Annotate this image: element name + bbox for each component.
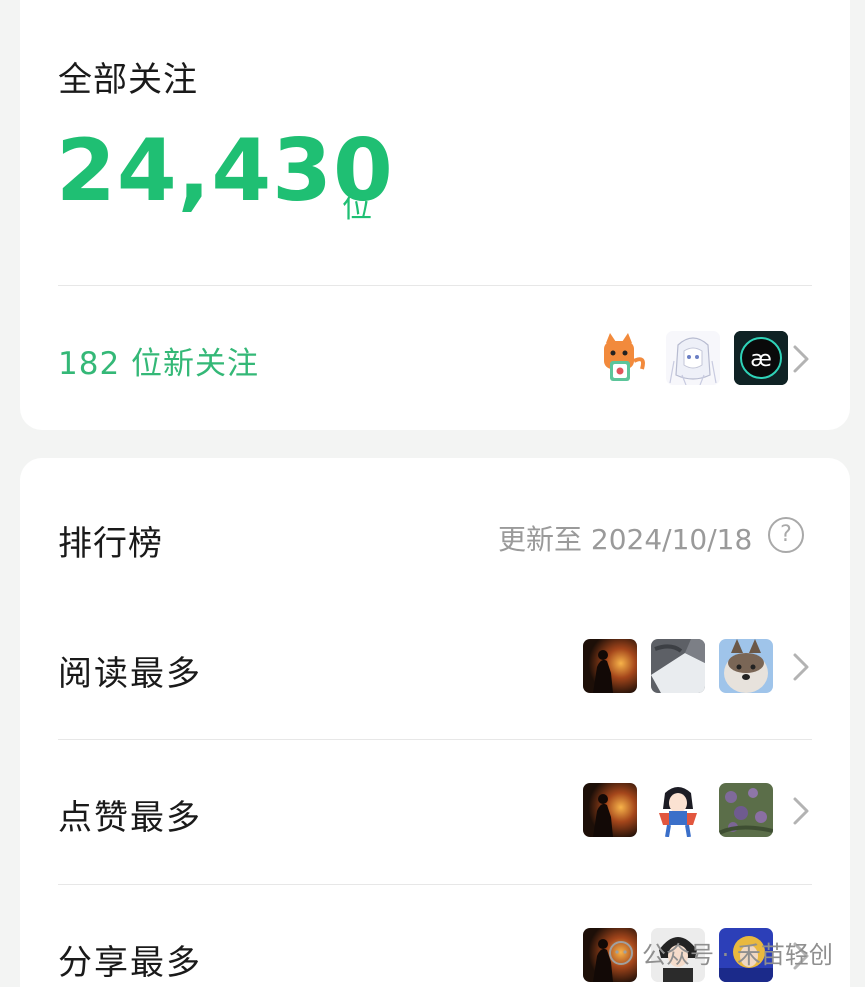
ranking-title: 排行榜: [58, 524, 163, 564]
chevron-right-icon: [793, 345, 809, 373]
following-count-unit: 位: [342, 190, 372, 225]
ranking-row-label: 阅读最多: [58, 654, 202, 694]
purple-flowers-thumb: [719, 783, 773, 837]
watermark-text: 公众号 · 禾苗轻创: [642, 941, 833, 969]
page: 全部关注 24,430 位 182 位新关注 æ 排行榜 更新至 2024/10…: [0, 0, 865, 987]
divider: [58, 285, 812, 286]
husky-dog-thumb: [719, 639, 773, 693]
ranking-row-most-liked[interactable]: 点赞最多: [20, 740, 850, 884]
ranking-thumbs: [583, 639, 773, 693]
ranking-row-most-read[interactable]: 阅读最多: [20, 596, 850, 736]
anime-sketch-avatar: [666, 331, 720, 385]
svg-text:æ: æ: [750, 347, 772, 372]
ranking-row-label: 点赞最多: [58, 798, 202, 838]
new-followers-label: 182 位新关注: [58, 346, 260, 382]
sunset-silhouette-thumb: [583, 639, 637, 693]
help-icon[interactable]: ?: [768, 517, 804, 553]
paper-sheet-thumb: [651, 639, 705, 693]
new-followers-row[interactable]: 182 位新关注 æ: [20, 300, 850, 416]
following-title: 全部关注: [58, 60, 198, 100]
cat-sticker-avatar: [598, 331, 652, 385]
ae-logo-avatar: æ: [734, 331, 788, 385]
following-card: 全部关注 24,430 位 182 位新关注 æ: [20, 0, 850, 430]
chevron-right-icon: [793, 797, 809, 825]
ranking-updated-date: 更新至 2024/10/18: [498, 523, 753, 556]
wechat-icon: [609, 940, 633, 965]
ranking-row-label: 分享最多: [58, 943, 202, 983]
watermark: 公众号 · 禾苗轻创: [608, 935, 833, 970]
new-followers-avatars: æ: [598, 331, 788, 385]
chevron-right-icon: [793, 653, 809, 681]
anime-girl-thumb: [651, 783, 705, 837]
ranking-card: 排行榜 更新至 2024/10/18 ? 阅读最多 点赞最多 分享最多: [20, 458, 850, 987]
ranking-thumbs: [583, 783, 773, 837]
sunset-silhouette-thumb: [583, 783, 637, 837]
